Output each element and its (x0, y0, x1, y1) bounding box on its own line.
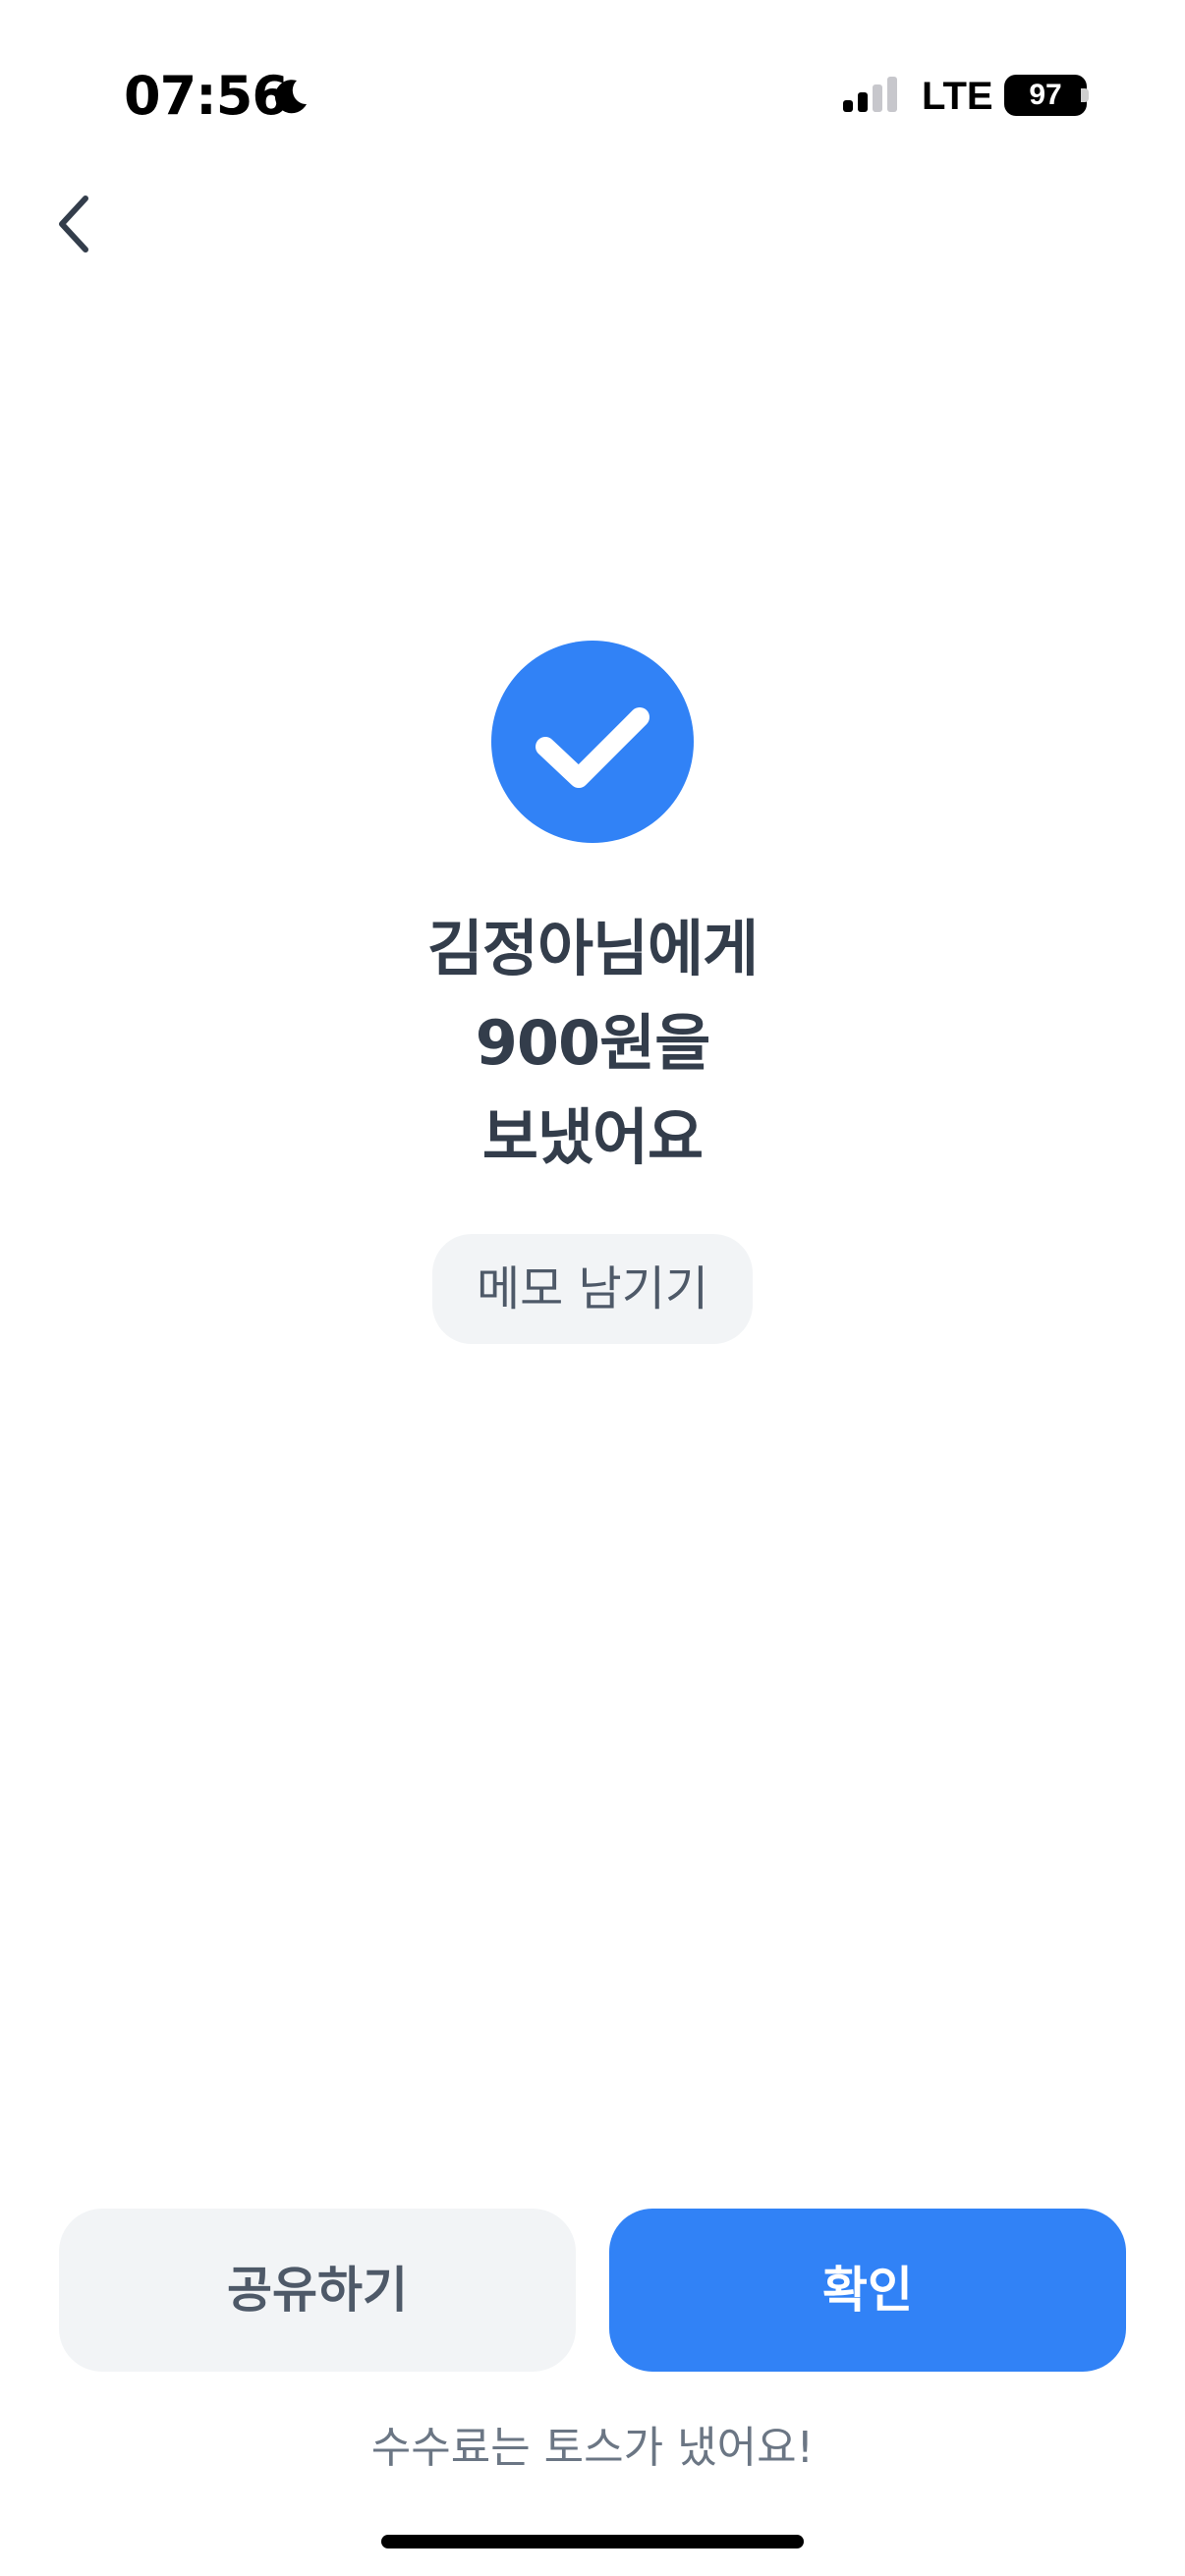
back-button[interactable] (39, 177, 108, 275)
moon-icon (271, 77, 310, 116)
status-line: 보냈어요 (481, 1101, 704, 1173)
status-time: 07:56 (124, 65, 289, 127)
chevron-left-icon (54, 193, 93, 259)
transfer-result-message: 김정아님에게 900원을 보냈어요 (0, 902, 1185, 1185)
check-circle-icon (491, 641, 694, 843)
confirm-button[interactable]: 확인 (609, 2209, 1126, 2372)
amount-line: 900원을 (475, 1007, 711, 1079)
fee-notice: 수수료는 토스가 냈어요! (370, 2423, 815, 2473)
network-type: LTE (922, 75, 993, 118)
battery-tip (1081, 88, 1089, 102)
battery-indicator: 97 (1004, 75, 1087, 116)
share-button[interactable]: 공유하기 (59, 2209, 576, 2372)
status-bar: 07:56 LTE 97 (0, 0, 1185, 187)
home-indicator[interactable] (381, 2535, 804, 2548)
cellular-signal-icon (843, 77, 900, 114)
leave-memo-button[interactable]: 메모 남기기 (432, 1234, 753, 1344)
recipient-line: 김정아님에게 (426, 913, 759, 984)
